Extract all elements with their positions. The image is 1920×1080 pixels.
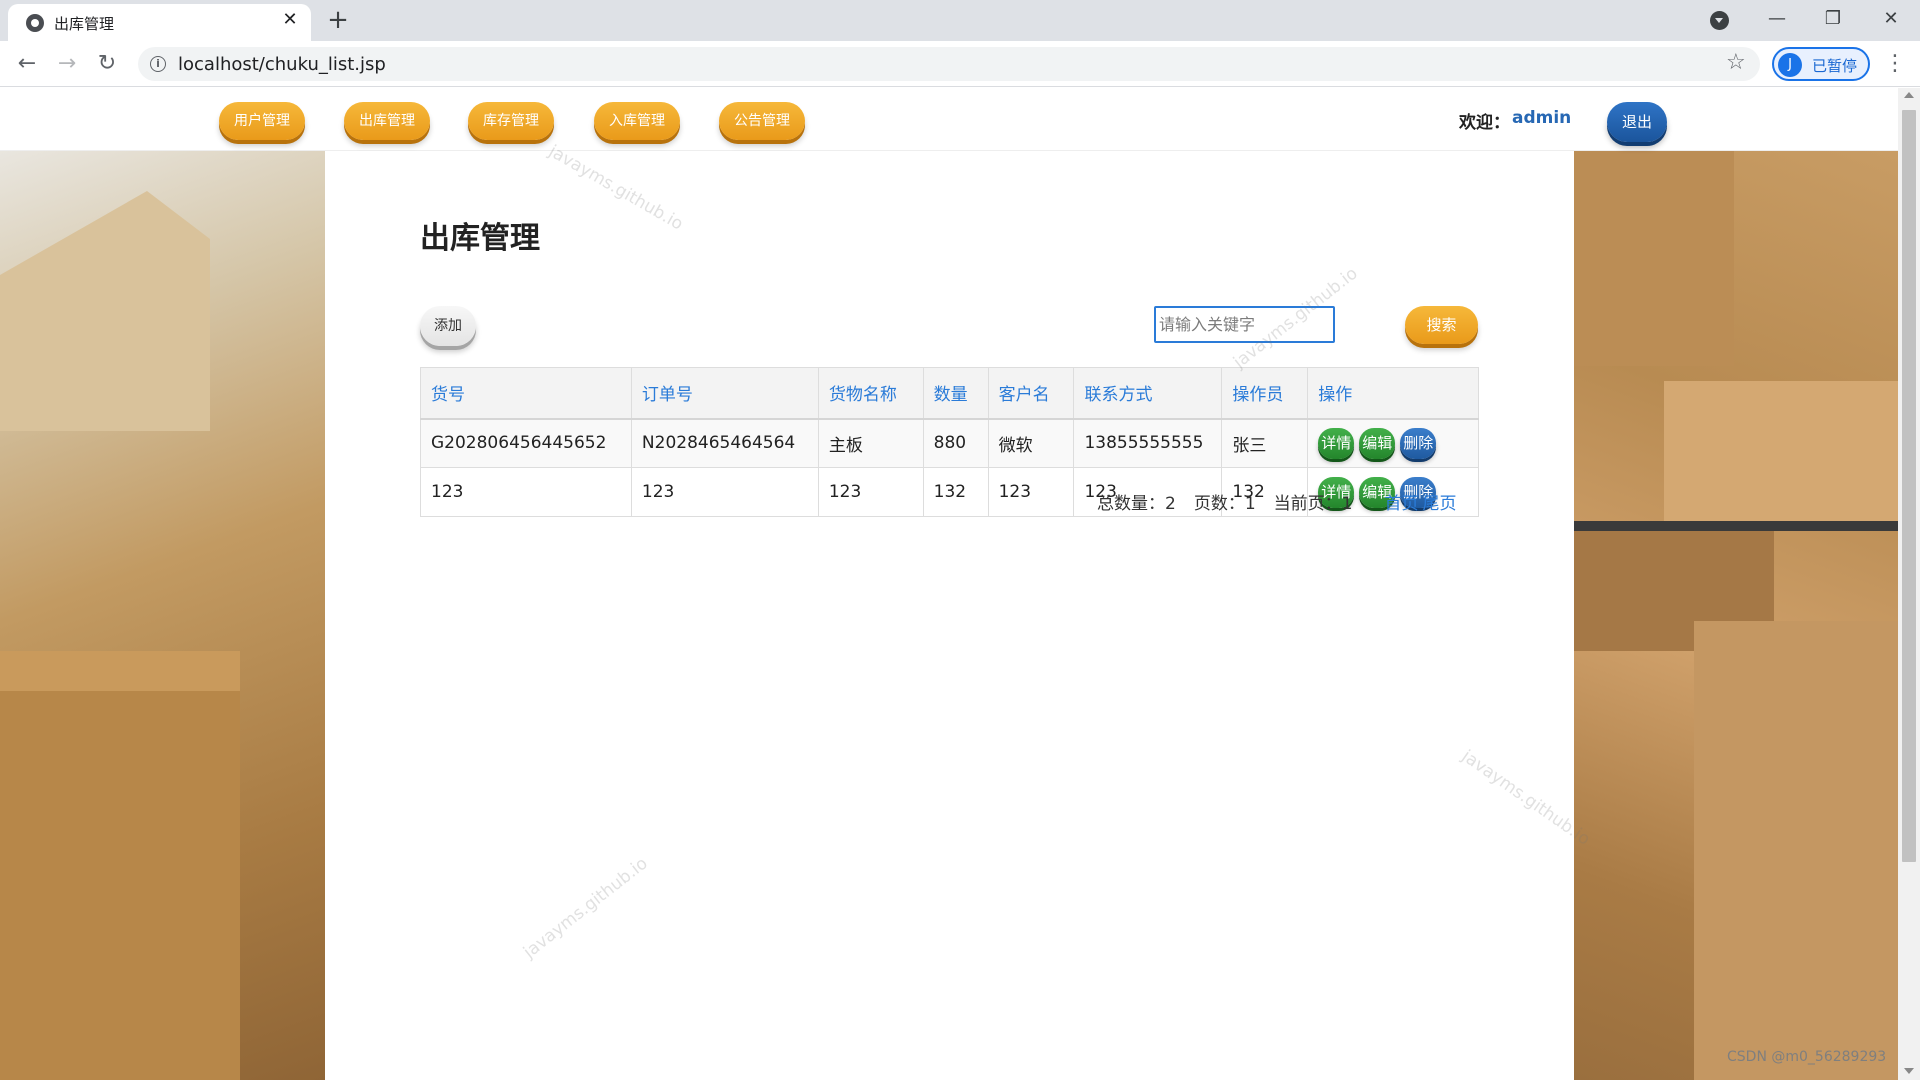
edit-button[interactable]: 编辑 (1359, 427, 1396, 459)
box-shape (0, 191, 210, 431)
cell-item-number: 123 (420, 467, 632, 517)
cell-actions: 详情 编辑 删除 (1307, 418, 1479, 468)
cell-operator: 张三 (1221, 418, 1309, 468)
tab-title: 出库管理 (54, 15, 115, 33)
restore-icon[interactable]: ❐ (1813, 4, 1853, 34)
total-count: 总数量：2 (1097, 494, 1176, 514)
browser-toolbar: ← → ↻ i localhost/chuku_list.jsp ☆ J 已暂停… (0, 41, 1920, 87)
box-shape (1694, 621, 1898, 1080)
background-image-right (1574, 151, 1898, 1080)
box-shape (0, 681, 240, 1080)
table-row: G202806456445652 N2028465464564 主板 880 微… (420, 418, 1479, 468)
info-icon[interactable]: i (150, 56, 166, 72)
column-header[interactable]: 操作 (1307, 367, 1479, 420)
nav-inventory-management-button[interactable]: 库存管理 (468, 102, 554, 140)
column-header[interactable]: 操作员 (1221, 367, 1309, 420)
cell-goods-name: 主板 (817, 418, 924, 468)
pagination: 总数量：2 页数：1 当前页：1 首页 尾页 (1097, 489, 1460, 514)
table-header-row: 货号 订单号 货物名称 数量 客户名 联系方式 操作员 操作 (420, 367, 1479, 420)
nav-outbound-management-button[interactable]: 出库管理 (344, 102, 430, 140)
column-header[interactable]: 数量 (922, 367, 989, 420)
chevron-down-icon[interactable] (1710, 11, 1729, 30)
cell-customer-name: 123 (987, 467, 1075, 517)
current-page: 当前页：1 (1273, 494, 1353, 514)
cell-quantity: 132 (922, 467, 989, 517)
column-header[interactable]: 订单号 (630, 367, 819, 420)
cell-contact: 13855555555 (1073, 418, 1223, 468)
nav-announcement-management-button[interactable]: 公告管理 (719, 102, 805, 140)
footer-credit: CSDN @m0_56289293 (1727, 1049, 1887, 1065)
nav-user-management-button[interactable]: 用户管理 (219, 102, 305, 140)
page-scrollbar[interactable] (1898, 88, 1920, 1080)
cell-customer-name: 微软 (987, 418, 1075, 468)
column-header[interactable]: 联系方式 (1073, 367, 1223, 420)
username: admin (1512, 108, 1572, 128)
address-bar[interactable]: i localhost/chuku_list.jsp ☆ (138, 47, 1760, 81)
cell-order-number: 123 (630, 467, 819, 517)
close-icon[interactable]: ✕ (280, 10, 300, 30)
cell-goods-name: 123 (817, 467, 924, 517)
nav-inbound-management-button[interactable]: 入库管理 (594, 102, 680, 140)
background-image-left (0, 151, 325, 1080)
kebab-menu-icon[interactable]: ⋮ (1884, 50, 1906, 78)
star-icon[interactable]: ☆ (1726, 50, 1746, 75)
minimize-icon[interactable]: — (1757, 4, 1797, 34)
reload-icon[interactable]: ↻ (93, 50, 121, 78)
back-icon[interactable]: ← (13, 50, 41, 78)
url-text[interactable]: localhost/chuku_list.jsp (178, 54, 386, 75)
page-viewport: 用户管理 出库管理 库存管理 入库管理 公告管理 欢迎： admin 退出 出库… (0, 88, 1898, 1080)
box-shape (1574, 151, 1734, 366)
page-count: 页数：1 (1193, 494, 1256, 514)
cell-quantity: 880 (922, 418, 989, 468)
profile-status-label: 已暂停 (1812, 57, 1858, 75)
add-button[interactable]: 添加 (420, 306, 476, 346)
column-header[interactable]: 货号 (420, 367, 632, 420)
box-shape (0, 651, 240, 691)
page-title: 出库管理 (420, 221, 540, 256)
search-button[interactable]: 搜索 (1405, 306, 1478, 344)
column-header[interactable]: 客户名 (987, 367, 1075, 420)
forward-icon[interactable]: → (53, 50, 81, 78)
cell-item-number: G202806456445652 (420, 418, 632, 468)
box-shape (1574, 521, 1898, 531)
avatar: J (1778, 53, 1802, 77)
logout-button[interactable]: 退出 (1607, 102, 1667, 142)
main-content: 出库管理 添加 搜索 货号 订单号 货物名称 数量 客户名 联系方式 操作员 操… (325, 151, 1574, 1080)
profile-button[interactable]: J 已暂停 (1772, 47, 1870, 81)
browser-tab[interactable]: 出库管理 ✕ (8, 4, 311, 41)
scroll-thumb[interactable] (1902, 110, 1916, 862)
scroll-down-icon[interactable] (1904, 1068, 1914, 1074)
box-shape (1664, 381, 1898, 531)
browser-tab-strip: 出库管理 ✕ + — ❐ ✕ (0, 0, 1920, 41)
detail-button[interactable]: 详情 (1318, 427, 1355, 459)
cell-order-number: N2028465464564 (630, 418, 819, 468)
plus-icon[interactable]: + (324, 6, 352, 34)
globe-icon (26, 14, 44, 32)
column-header[interactable]: 货物名称 (817, 367, 924, 420)
welcome-label: 欢迎： (1459, 113, 1510, 133)
scroll-up-icon[interactable] (1904, 92, 1914, 98)
last-page-link[interactable]: 尾页 (1422, 494, 1456, 514)
first-page-link[interactable]: 首页 (1384, 494, 1418, 514)
top-navigation: 用户管理 出库管理 库存管理 入库管理 公告管理 欢迎： admin 退出 (0, 88, 1898, 151)
delete-button[interactable]: 删除 (1400, 427, 1437, 459)
window-close-icon[interactable]: ✕ (1871, 4, 1911, 34)
